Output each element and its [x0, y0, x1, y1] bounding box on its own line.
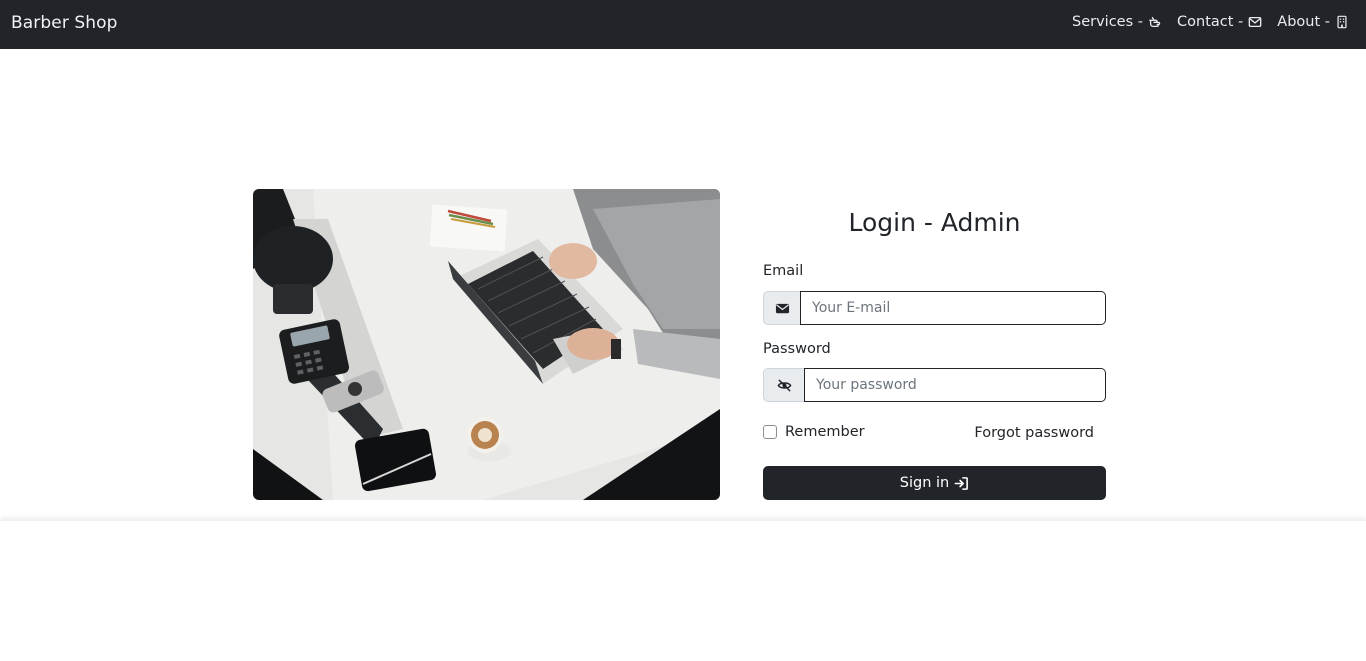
desk-laptop-photo — [253, 189, 720, 500]
nav-link-label: About - — [1277, 14, 1330, 30]
hand-pointing-icon — [1149, 16, 1161, 28]
navbar: Barber Shop Services - Contact - About - — [0, 0, 1366, 49]
remember-checkbox[interactable] — [763, 425, 777, 439]
remember-checkbox-row[interactable]: Remember — [763, 424, 865, 440]
page-title: Login - Admin — [848, 208, 1021, 237]
hero-image — [253, 189, 720, 500]
building-icon — [1337, 15, 1347, 29]
nav-links: Services - Contact - About - — [1072, 14, 1349, 30]
sign-in-icon — [954, 476, 969, 490]
brand-link[interactable]: Barber Shop — [11, 13, 118, 33]
footer — [0, 520, 1366, 661]
remember-label: Remember — [785, 424, 865, 440]
email-input[interactable] — [800, 291, 1106, 325]
forgot-password-link[interactable]: Forgot password — [974, 425, 1094, 441]
eye-slash-icon — [777, 379, 791, 391]
envelope-icon — [1248, 16, 1262, 28]
email-input-group — [763, 291, 1106, 325]
sign-in-label: Sign in — [899, 475, 950, 491]
envelope-icon — [775, 303, 789, 313]
sign-in-button[interactable]: Sign in — [763, 466, 1106, 500]
nav-link-contact[interactable]: Contact - — [1177, 14, 1262, 30]
password-visibility-toggle[interactable] — [763, 368, 804, 402]
password-label: Password — [763, 341, 831, 357]
password-input-group — [763, 368, 1106, 402]
password-input[interactable] — [804, 368, 1106, 402]
nav-link-services[interactable]: Services - — [1072, 14, 1162, 30]
nav-link-label: Contact - — [1177, 14, 1244, 30]
email-addon — [763, 291, 800, 325]
nav-link-about[interactable]: About - — [1277, 14, 1349, 30]
nav-link-label: Services - — [1072, 14, 1144, 30]
email-label: Email — [763, 263, 804, 279]
